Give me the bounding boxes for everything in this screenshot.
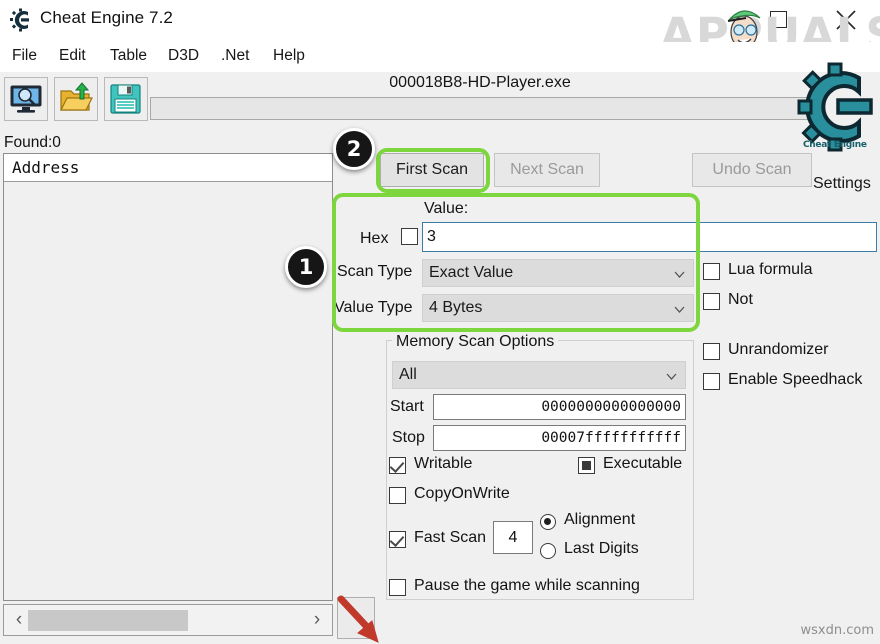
fast-scan-value-input[interactable] — [493, 521, 533, 554]
cheat-engine-icon — [9, 8, 33, 32]
found-count-label: Found:0 — [4, 134, 61, 151]
results-column-header[interactable]: Address — [4, 154, 332, 182]
alignment-radio[interactable] — [540, 514, 556, 530]
hex-checkbox[interactable] — [401, 228, 418, 245]
unrandomizer-label: Unrandomizer — [728, 341, 829, 358]
memory-region-dropdown[interactable]: All — [392, 361, 686, 389]
fast-scan-checkbox[interactable] — [389, 531, 406, 548]
scroll-left-icon[interactable]: ‹ — [9, 609, 29, 631]
process-name-label: 000018B8-HD-Player.exe — [389, 74, 571, 91]
open-process-button[interactable] — [4, 77, 48, 121]
value-type-label: Value Type — [334, 299, 413, 316]
menu-item-d3d[interactable]: D3D — [166, 47, 201, 65]
hex-label: Hex — [360, 230, 389, 247]
results-horizontal-scrollbar[interactable]: ‹ › — [3, 604, 333, 636]
pause-game-checkbox[interactable] — [389, 579, 406, 596]
next-scan-button[interactable]: Next Scan — [494, 153, 600, 187]
scroll-right-icon[interactable]: › — [307, 609, 327, 631]
memory-region-value: All — [399, 366, 417, 383]
footer-watermark: wsxdn.com — [800, 623, 875, 638]
undo-scan-button[interactable]: Undo Scan — [692, 153, 812, 187]
scan-value-input[interactable] — [422, 222, 877, 252]
menu-bar: File Edit Table D3D .Net Help — [0, 42, 880, 72]
logo-caption: Cheat Engine — [803, 140, 867, 150]
process-progress-bar — [150, 97, 808, 120]
column-header-address: Address — [12, 158, 80, 177]
not-label: Not — [728, 291, 753, 308]
floppy-save-icon — [110, 84, 141, 114]
memory-scan-options-title: Memory Scan Options — [392, 333, 559, 351]
not-checkbox[interactable] — [703, 293, 720, 310]
writable-checkbox[interactable] — [389, 457, 406, 474]
menu-item-net[interactable]: .Net — [219, 47, 251, 65]
start-address-input[interactable] — [433, 394, 686, 420]
copyonwrite-checkbox[interactable] — [389, 487, 406, 504]
executable-checkbox[interactable] — [578, 457, 595, 474]
annotation-badge-2: 2 — [333, 128, 375, 170]
stop-address-input[interactable] — [433, 425, 686, 451]
value-type-dropdown[interactable]: 4 Bytes — [422, 294, 694, 322]
value-type-value: 4 Bytes — [429, 299, 483, 316]
scan-type-value: Exact Value — [429, 264, 514, 281]
menu-item-help[interactable]: Help — [271, 47, 307, 65]
pause-game-label: Pause the game while scanning — [414, 577, 640, 594]
enable-speedhack-label: Enable Speedhack — [728, 371, 863, 388]
chevron-down-icon — [674, 271, 685, 278]
stop-address-label: Stop — [392, 429, 425, 446]
maximize-button[interactable] — [768, 7, 790, 29]
lua-formula-checkbox[interactable] — [703, 263, 720, 280]
lua-formula-label: Lua formula — [728, 261, 813, 278]
writable-label: Writable — [414, 455, 473, 472]
save-table-button[interactable] — [104, 77, 148, 121]
scrollbar-thumb[interactable] — [28, 610, 188, 631]
menu-item-file[interactable]: File — [10, 47, 39, 65]
scan-results-list[interactable]: Address — [3, 153, 333, 601]
folder-open-icon — [60, 82, 93, 111]
first-scan-button[interactable]: First Scan — [380, 153, 484, 187]
enable-speedhack-checkbox[interactable] — [703, 373, 720, 390]
last-digits-label: Last Digits — [564, 540, 639, 557]
alignment-label: Alignment — [564, 511, 636, 528]
last-digits-radio[interactable] — [540, 543, 556, 559]
start-address-label: Start — [390, 398, 424, 415]
close-button[interactable] — [832, 6, 860, 34]
add-address-button[interactable] — [337, 597, 375, 639]
title-bar: Cheat Engine 7.2 APPUALS — [0, 0, 880, 61]
chevron-down-icon — [666, 373, 677, 380]
settings-label[interactable]: Settings — [813, 175, 871, 193]
menu-item-table[interactable]: Table — [108, 47, 149, 65]
fast-scan-label: Fast Scan — [414, 529, 487, 546]
scan-type-dropdown[interactable]: Exact Value — [422, 259, 694, 287]
unrandomizer-checkbox[interactable] — [703, 343, 720, 360]
chevron-down-icon — [674, 306, 685, 313]
cheat-engine-window: Cheat Engine 7.2 APPUALS File Edit Table… — [0, 0, 880, 644]
scan-type-label: Scan Type — [337, 263, 413, 280]
monitor-magnifier-icon — [10, 85, 42, 113]
copyonwrite-label: CopyOnWrite — [414, 485, 510, 502]
annotation-badge-1: 1 — [285, 246, 327, 288]
executable-label: Executable — [603, 455, 683, 472]
value-caption-label: Value: — [424, 200, 469, 217]
menu-item-edit[interactable]: Edit — [57, 47, 88, 65]
open-table-button[interactable] — [54, 77, 98, 121]
window-title: Cheat Engine 7.2 — [40, 8, 173, 27]
